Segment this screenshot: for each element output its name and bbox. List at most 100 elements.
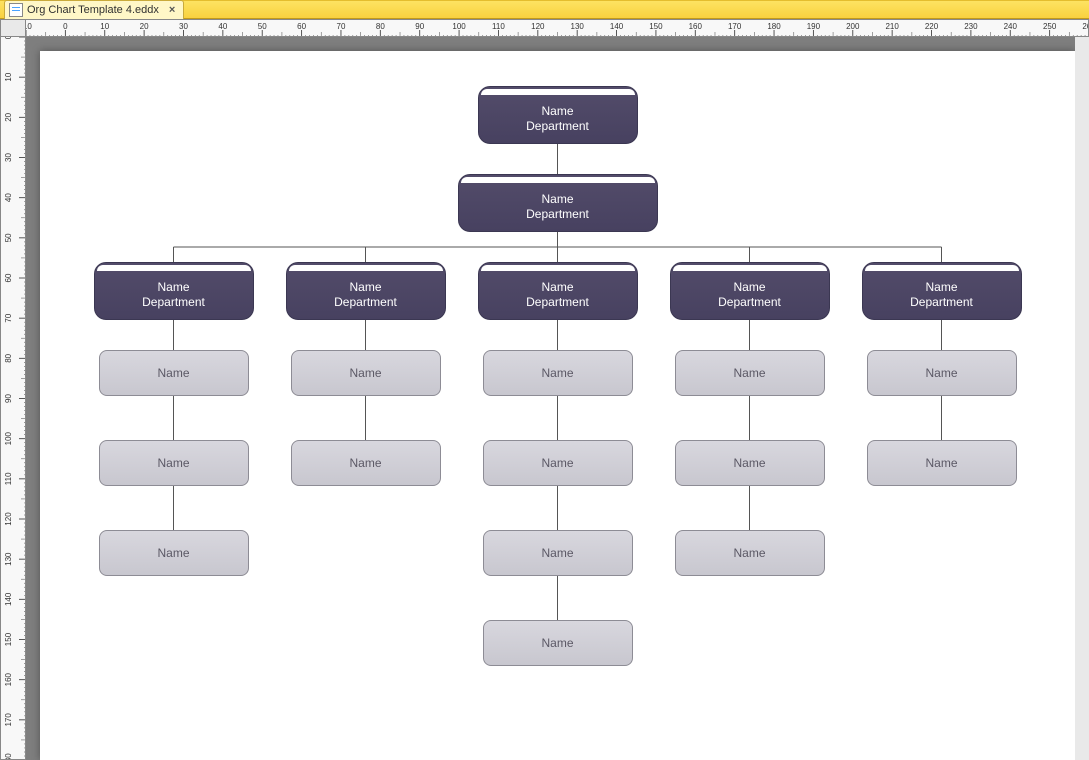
node-name-label: Name (484, 546, 632, 561)
org-node-leaf-2-0[interactable]: Name (483, 350, 633, 396)
node-name-label: Name (479, 280, 637, 295)
ruler-corner (0, 19, 26, 37)
svg-text:160: 160 (4, 672, 13, 686)
node-name-label: Name (863, 280, 1021, 295)
svg-text:80: 80 (376, 22, 385, 31)
horizontal-ruler[interactable]: -100102030405060708090100110120130140150… (26, 19, 1089, 37)
node-name-label: Name (484, 366, 632, 381)
workspace[interactable]: NameDepartmentNameDepartmentNameDepartme… (26, 37, 1089, 760)
svg-text:80: 80 (4, 353, 13, 362)
svg-text:210: 210 (885, 22, 899, 31)
svg-text:40: 40 (218, 22, 227, 31)
svg-text:90: 90 (4, 394, 13, 403)
node-name-label: Name (95, 280, 253, 295)
org-node-level2[interactable]: NameDepartment (458, 174, 658, 232)
node-name-label: Name (484, 456, 632, 471)
close-tab-icon[interactable]: × (169, 4, 175, 16)
svg-text:190: 190 (807, 22, 821, 31)
node-name-label: Name (287, 280, 445, 295)
svg-text:10: 10 (4, 72, 13, 81)
svg-text:220: 220 (925, 22, 939, 31)
node-name-label: Name (671, 280, 829, 295)
svg-text:170: 170 (728, 22, 742, 31)
org-node-leaf-0-1[interactable]: Name (99, 440, 249, 486)
org-node-leaf-3-2[interactable]: Name (675, 530, 825, 576)
svg-text:120: 120 (4, 512, 13, 526)
node-dept-label: Department (287, 295, 445, 310)
svg-text:260: 260 (1082, 22, 1089, 31)
svg-text:30: 30 (179, 22, 188, 31)
svg-text:180: 180 (767, 22, 781, 31)
node-name-label: Name (676, 366, 824, 381)
node-name-label: Name (100, 456, 248, 471)
svg-text:110: 110 (4, 472, 13, 485)
org-node-leaf-4-1[interactable]: Name (867, 440, 1017, 486)
node-name-label: Name (868, 456, 1016, 471)
svg-text:180: 180 (4, 753, 13, 760)
vertical-scrollbar[interactable] (1075, 37, 1089, 760)
org-node-dept-2[interactable]: NameDepartment (478, 262, 638, 320)
svg-text:20: 20 (4, 112, 13, 121)
node-name-label: Name (292, 366, 440, 381)
org-node-dept-1[interactable]: NameDepartment (286, 262, 446, 320)
svg-text:140: 140 (610, 22, 624, 31)
svg-text:120: 120 (531, 22, 545, 31)
svg-text:200: 200 (846, 22, 860, 31)
svg-text:140: 140 (4, 592, 13, 606)
org-node-leaf-0-0[interactable]: Name (99, 350, 249, 396)
node-name-label: Name (868, 366, 1016, 381)
org-node-leaf-4-0[interactable]: Name (867, 350, 1017, 396)
org-node-leaf-2-1[interactable]: Name (483, 440, 633, 486)
node-name-label: Name (459, 192, 657, 207)
node-name-label: Name (479, 104, 637, 119)
node-dept-label: Department (479, 119, 637, 134)
org-node-leaf-3-0[interactable]: Name (675, 350, 825, 396)
svg-text:130: 130 (571, 22, 585, 31)
node-dept-label: Department (863, 295, 1021, 310)
document-tab-label: Org Chart Template 4.eddx (27, 4, 159, 16)
org-node-leaf-0-2[interactable]: Name (99, 530, 249, 576)
org-node-leaf-3-1[interactable]: Name (675, 440, 825, 486)
svg-text:150: 150 (649, 22, 663, 31)
node-name-label: Name (676, 456, 824, 471)
node-dept-label: Department (459, 207, 657, 222)
org-node-leaf-2-2[interactable]: Name (483, 530, 633, 576)
svg-text:90: 90 (415, 22, 424, 31)
svg-text:70: 70 (4, 313, 13, 322)
org-node-leaf-1-1[interactable]: Name (291, 440, 441, 486)
svg-text:150: 150 (4, 632, 13, 646)
node-dept-label: Department (95, 295, 253, 310)
svg-text:250: 250 (1043, 22, 1057, 31)
svg-text:0: 0 (4, 37, 13, 39)
org-node-dept-0[interactable]: NameDepartment (94, 262, 254, 320)
org-node-dept-4[interactable]: NameDepartment (862, 262, 1022, 320)
svg-text:30: 30 (4, 153, 13, 162)
svg-text:70: 70 (337, 22, 346, 31)
org-node-root[interactable]: NameDepartment (478, 86, 638, 144)
node-name-label: Name (484, 636, 632, 651)
document-tab[interactable]: Org Chart Template 4.eddx × (4, 0, 184, 19)
svg-text:20: 20 (140, 22, 149, 31)
svg-text:230: 230 (964, 22, 978, 31)
org-node-leaf-2-3[interactable]: Name (483, 620, 633, 666)
page-canvas[interactable]: NameDepartmentNameDepartmentNameDepartme… (40, 51, 1075, 760)
node-name-label: Name (100, 366, 248, 381)
vertical-ruler[interactable]: 0102030405060708090100110120130140150160… (0, 37, 26, 760)
svg-text:100: 100 (452, 22, 466, 31)
svg-text:100: 100 (4, 431, 13, 445)
svg-text:10: 10 (100, 22, 109, 31)
node-name-label: Name (292, 456, 440, 471)
svg-text:-10: -10 (26, 22, 32, 31)
svg-text:40: 40 (4, 193, 13, 202)
svg-text:50: 50 (4, 233, 13, 242)
file-icon (9, 3, 23, 17)
svg-text:130: 130 (4, 552, 13, 566)
org-node-leaf-1-0[interactable]: Name (291, 350, 441, 396)
svg-text:0: 0 (63, 22, 68, 31)
svg-text:170: 170 (4, 713, 13, 727)
document-tab-bar: Org Chart Template 4.eddx × (0, 0, 1089, 19)
node-dept-label: Department (479, 295, 637, 310)
svg-text:60: 60 (297, 22, 306, 31)
node-dept-label: Department (671, 295, 829, 310)
org-node-dept-3[interactable]: NameDepartment (670, 262, 830, 320)
